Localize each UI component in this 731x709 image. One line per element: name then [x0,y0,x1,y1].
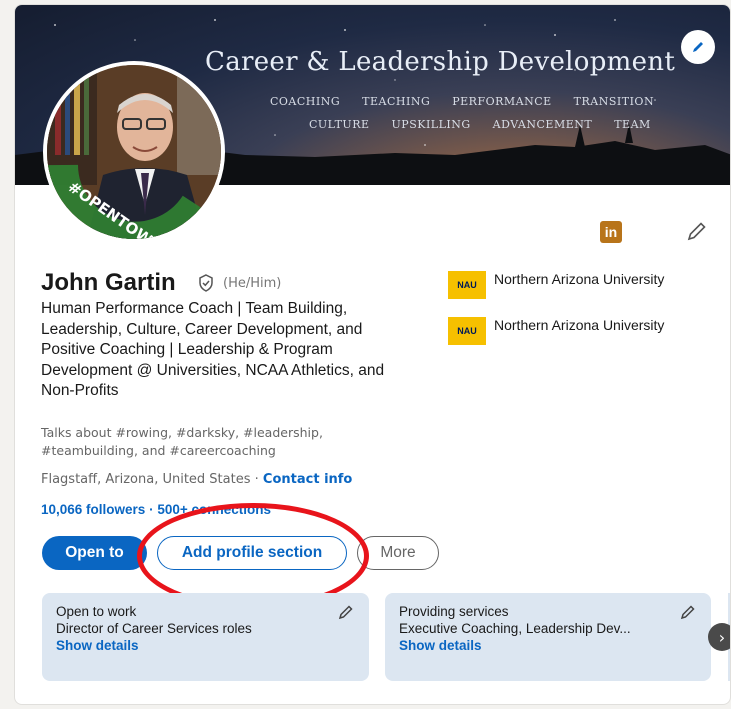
panel-description: Director of Career Services roles [56,621,252,636]
panel-title: Providing services [399,604,509,619]
education-list: NAU Northern Arizona University NAU Nort… [448,271,664,363]
banner-tag: UPSKILLING [391,118,471,131]
open-to-button[interactable]: Open to [42,536,147,570]
profile-pronouns: (He/Him) [223,276,282,291]
providing-services-panel[interactable]: Providing services Executive Coaching, L… [385,593,711,681]
panel-description: Executive Coaching, Leadership Dev... [399,621,631,636]
nau-logo: NAU [448,271,486,299]
school-name: Northern Arizona University [494,317,665,333]
banner-tags-row-2: CULTURE UPSKILLING ADVANCEMENT TEAM [309,118,669,131]
nau-logo: NAU [448,317,486,345]
profile-name: John Gartin [41,269,176,296]
followers-link[interactable]: 10,066 followers [41,502,145,517]
panel-title: Open to work [56,604,137,619]
carousel-next-button[interactable]: › [708,623,730,651]
edit-intro-button[interactable] [685,219,709,243]
location-line: Flagstaff, Arizona, United States · Cont… [41,472,352,487]
add-profile-section-button[interactable]: Add profile section [157,536,347,570]
show-details-link[interactable]: Show details [56,637,355,655]
banner-tag: TRANSITION [573,95,655,108]
profile-location: Flagstaff, Arizona, United States [41,472,251,487]
banner-tags-row-1: COACHING TEACHING PERFORMANCE TRANSITION [270,95,672,108]
verified-shield-icon[interactable] [196,273,216,293]
talks-about: Talks about #rowing, #darksky, #leadersh… [41,425,323,458]
open-to-work-panel[interactable]: Open to work Director of Career Services… [42,593,369,681]
banner-title: Career & Leadership Development [205,47,676,77]
chevron-right-icon: › [718,627,726,647]
connections-link[interactable]: 500+ connections [157,502,271,517]
show-details-link[interactable]: Show details [399,637,697,655]
avatar-image: #OPENTOWORK [47,65,221,239]
banner-tag: TEACHING [362,95,431,108]
pencil-icon[interactable] [337,603,355,621]
profile-headline: Human Performance Coach | Team Building,… [41,300,385,399]
banner-tag: CULTURE [309,118,370,131]
pencil-icon [693,42,703,52]
more-button[interactable]: More [357,536,439,570]
network-stats: 10,066 followers · 500+ connections [41,502,271,517]
education-item[interactable]: NAU Northern Arizona University [448,317,664,345]
verified-icon [199,274,213,292]
profile-photo[interactable]: #OPENTOWORK [43,61,225,243]
contact-info-link[interactable]: Contact info [263,472,352,487]
separator: · [250,472,263,487]
banner-tag: TEAM [614,118,651,131]
education-item[interactable]: NAU Northern Arizona University [448,271,664,299]
linkedin-icon[interactable]: in [600,221,622,243]
banner-tag: ADVANCEMENT [492,118,593,131]
pencil-icon [687,222,706,241]
profile-card: Career & Leadership Development COACHING… [14,4,731,705]
banner-tag: COACHING [270,95,341,108]
separator: · [145,502,158,517]
school-name: Northern Arizona University [494,271,665,287]
pencil-icon[interactable] [679,603,697,621]
edit-banner-button[interactable] [681,30,715,64]
banner-tag: PERFORMANCE [452,95,552,108]
